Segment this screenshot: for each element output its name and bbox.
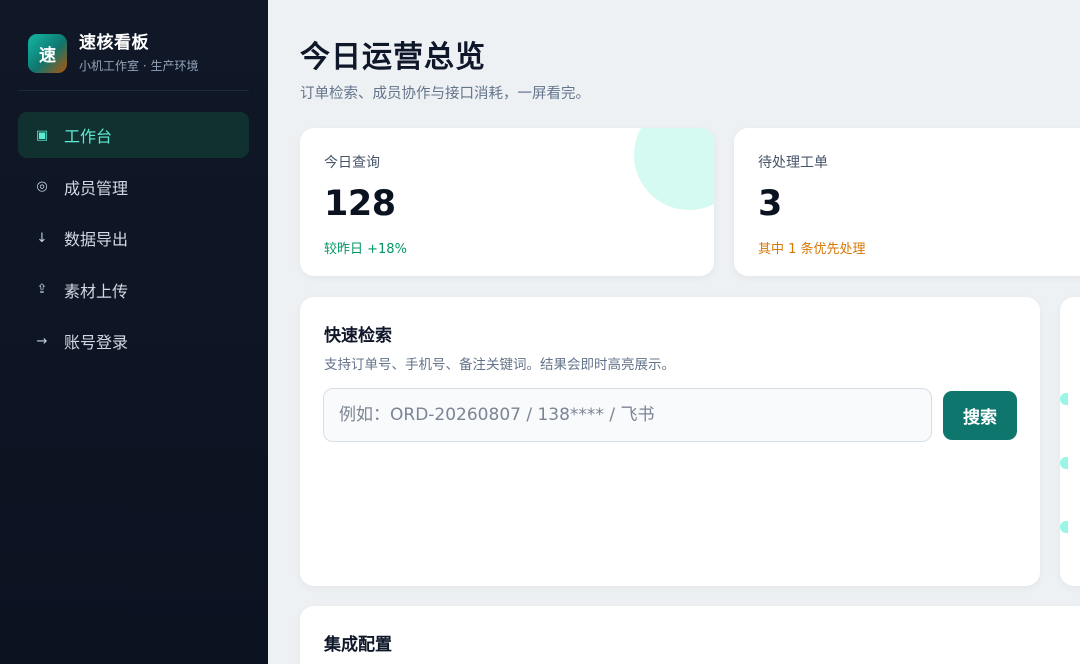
sidebar-divider: [18, 90, 249, 91]
download-arrow-icon: ↓: [36, 230, 48, 246]
brand-subtitle: 小机工作室 · 生产环境: [79, 59, 199, 73]
sidebar-item-label: 数据导出: [64, 230, 129, 249]
main-content: 今日运营总览 订单检索、成员协作与接口消耗，一屏看完。 今日查询 128 较昨日…: [268, 0, 1080, 664]
list-dot: [1060, 521, 1068, 533]
brand-text: 速核看板 小机工作室 · 生产环境: [79, 33, 198, 74]
list-dot: [1060, 457, 1068, 469]
sidebar-item-label: 工作台: [64, 127, 113, 146]
brand-logo: 速: [28, 34, 67, 73]
stat-label: 今日查询: [324, 155, 380, 171]
brand: 速 速核看板 小机工作室 · 生产环境: [28, 33, 198, 74]
search-input[interactable]: [323, 388, 932, 442]
sidebar-item-upload[interactable]: ⇪ 素材上传: [18, 267, 249, 313]
page-subtitle: 订单检索、成员协作与接口消耗，一屏看完。: [300, 86, 590, 102]
decorative-circle: [634, 128, 714, 210]
stat-card-tickets: 待处理工单 3 其中 1 条优先处理: [734, 128, 1080, 276]
square-icon: ▣: [35, 127, 49, 143]
sidebar-item-label: 成员管理: [64, 178, 129, 198]
integration-config-card: 集成配置: [300, 606, 1080, 664]
stat-card-queries: 今日查询 128 较昨日 +18%: [300, 128, 714, 276]
stat-label: 待处理工单: [758, 155, 828, 171]
sidebar-item-login[interactable]: → 账号登录: [18, 318, 249, 364]
stat-note: 其中 1 条优先处理: [758, 242, 866, 257]
quick-search-card: 快速检索 支持订单号、手机号、备注关键词。结果会即时高亮展示。 搜索: [300, 297, 1040, 586]
sidebar-item-export[interactable]: ↓ 数据导出: [18, 215, 249, 261]
circle-target-icon: ◎: [36, 179, 48, 194]
sidebar-item-members[interactable]: ◎ 成员管理: [18, 164, 249, 210]
brand-name: 速核看板: [79, 33, 149, 53]
side-panel-card: [1060, 297, 1080, 586]
sidebar: 速 速核看板 小机工作室 · 生产环境 ▣ 工作台 ◎ 成员管理 ↓ 数据导出 …: [0, 0, 268, 664]
card-title: 集成配置: [324, 635, 392, 655]
stat-value: 3: [758, 184, 782, 224]
sidebar-item-label: 账号登录: [64, 333, 129, 352]
sidebar-item-workbench[interactable]: ▣ 工作台: [18, 112, 249, 158]
arrow-right-icon: →: [36, 333, 48, 349]
card-description: 支持订单号、手机号、备注关键词。结果会即时高亮展示。: [324, 357, 675, 373]
page-title: 今日运营总览: [300, 40, 486, 75]
search-button[interactable]: 搜索: [943, 391, 1017, 440]
stat-trend: 较昨日 +18%: [324, 242, 407, 257]
app-window: 速 速核看板 小机工作室 · 生产环境 ▣ 工作台 ◎ 成员管理 ↓ 数据导出 …: [0, 0, 1080, 664]
list-dot: [1060, 393, 1068, 405]
card-title: 快速检索: [324, 326, 392, 346]
upload-icon: ⇪: [36, 282, 48, 297]
stat-value: 128: [324, 184, 396, 224]
sidebar-nav: ▣ 工作台 ◎ 成员管理 ↓ 数据导出 ⇪ 素材上传 → 账号登录: [18, 112, 249, 370]
sidebar-item-label: 素材上传: [64, 281, 129, 301]
